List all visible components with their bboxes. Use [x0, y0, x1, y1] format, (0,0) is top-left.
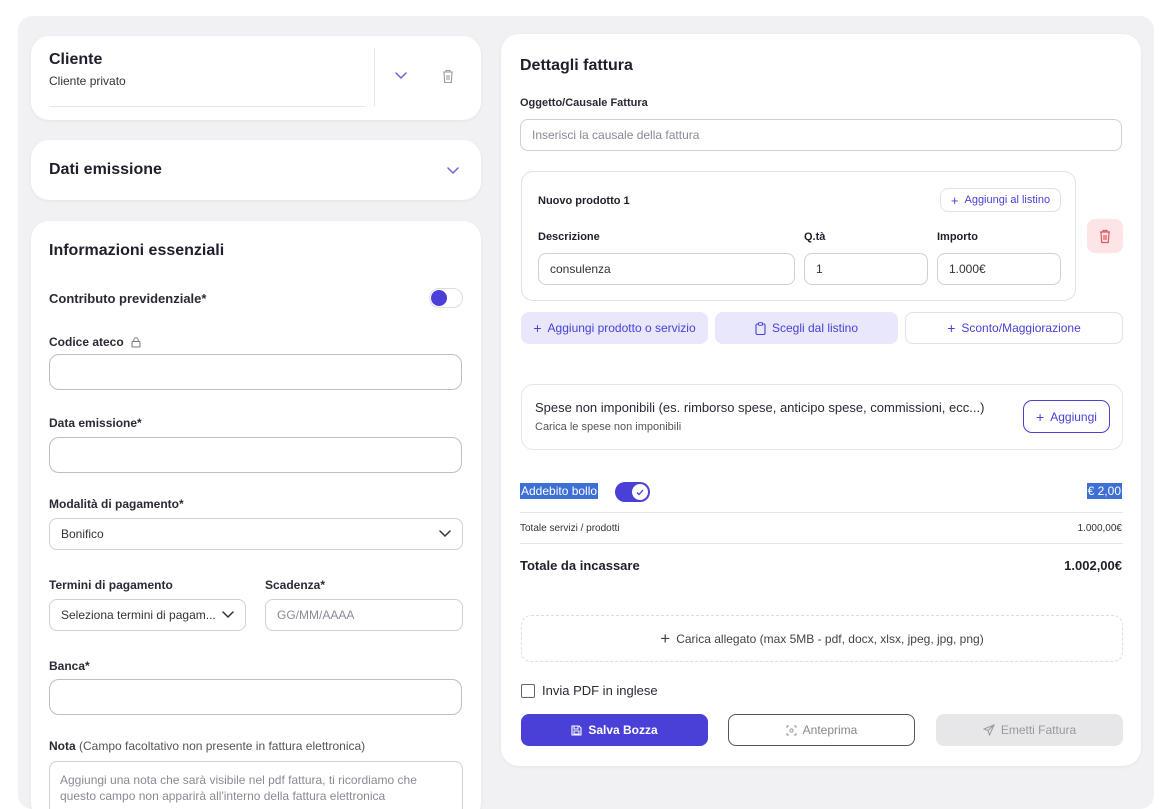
totale-servizi-label: Totale servizi / prodotti: [520, 523, 620, 534]
modalita-value: Bonifico: [61, 527, 104, 541]
importo-label: Importo: [937, 231, 978, 243]
spese-subtitle: Carica le spese non imponibili: [535, 421, 682, 433]
ateco-label: Codice ateco: [49, 335, 124, 349]
spese-title: Spese non imponibili (es. rimborso spese…: [535, 400, 985, 415]
cliente-subtitle: Cliente privato: [49, 74, 126, 88]
plus-icon: +: [950, 192, 959, 208]
totale-divider: [520, 543, 1123, 544]
aggiungi-listino-label: Aggiungi al listino: [964, 194, 1051, 206]
salva-bozza-label: Salva Bozza: [588, 723, 658, 737]
trash-icon[interactable]: [442, 69, 454, 84]
contributo-toggle[interactable]: [429, 288, 463, 308]
informazioni-title: Informazioni essenziali: [49, 242, 225, 259]
cliente-underline: [49, 106, 365, 107]
importo-field[interactable]: 1.000€: [937, 253, 1061, 285]
send-icon: [982, 724, 995, 736]
cliente-separator: [374, 48, 375, 106]
data-emissione-label: Data emissione*: [49, 416, 142, 430]
anteprima-button[interactable]: Anteprima: [728, 714, 915, 746]
emetti-fattura-label: Emetti Fattura: [1000, 723, 1077, 737]
descrizione-label: Descrizione: [538, 231, 600, 243]
qta-label: Q.tà: [804, 231, 826, 243]
spese-aggiungi-label: Aggiungi: [1050, 409, 1097, 424]
aggiungi-listino-button[interactable]: + Aggiungi al listino: [940, 188, 1061, 212]
ateco-label-row: Codice ateco: [49, 335, 142, 349]
check-icon: [636, 489, 644, 495]
chevron-down-icon[interactable]: [447, 167, 459, 175]
nota-label-row: Nota (Campo facoltativo non presente in …: [49, 739, 365, 753]
cliente-title: Cliente: [49, 51, 103, 68]
aggiungi-prodotto-button[interactable]: + Aggiungi prodotto o servizio: [521, 312, 708, 344]
chevron-down-icon: [222, 611, 234, 619]
oggetto-label: Oggetto/Causale Fattura: [520, 97, 648, 109]
aggiungi-prodotto-label: Aggiungi prodotto o servizio: [547, 321, 696, 335]
plus-icon: +: [660, 628, 671, 648]
sconto-button[interactable]: + Sconto/Maggiorazione: [905, 312, 1123, 344]
invia-inglese-row[interactable]: Invia PDF in inglese: [521, 683, 658, 698]
plus-icon: +: [947, 320, 956, 336]
delete-product-button[interactable]: [1087, 219, 1123, 253]
nota-label: Nota: [49, 739, 76, 753]
ateco-field[interactable]: [49, 354, 462, 390]
dettagli-card: Dettagli fattura Oggetto/Causale Fattura…: [501, 34, 1141, 766]
banca-field[interactable]: [49, 679, 462, 715]
totale-value: 1.002,00€: [1064, 558, 1122, 573]
nota-textarea[interactable]: Aggiungi una nota che sarà visibile nel …: [49, 761, 463, 809]
modalita-select[interactable]: Bonifico: [49, 518, 463, 550]
bollo-toggle[interactable]: [615, 482, 650, 502]
termini-label: Termini di pagamento: [49, 578, 173, 592]
plus-icon: +: [1036, 408, 1045, 425]
spese-aggiungi-button[interactable]: + Aggiungi: [1023, 400, 1110, 433]
salva-bozza-button[interactable]: Salva Bozza: [521, 714, 708, 746]
nota-hint: (Campo facoltativo non presente in fattu…: [79, 739, 366, 753]
chevron-down-icon: [439, 530, 451, 538]
contributo-label: Contributo previdenziale*: [49, 291, 207, 306]
scadenza-placeholder: GG/MM/AAAA: [277, 608, 355, 622]
product-title: Nuovo prodotto 1: [538, 195, 630, 207]
descrizione-field[interactable]: consulenza: [538, 253, 795, 285]
dettagli-title: Dettagli fattura: [520, 57, 633, 74]
trash-icon: [1099, 229, 1111, 244]
modalita-label: Modalità di pagamento*: [49, 497, 184, 511]
cliente-card: Cliente Cliente privato: [31, 36, 481, 120]
totale-label: Totale da incassare: [520, 558, 640, 573]
carica-allegato-label: Carica allegato (max 5MB - pdf, docx, xl…: [676, 631, 984, 646]
dati-emissione-card[interactable]: Dati emissione: [31, 140, 481, 200]
product-box: Nuovo prodotto 1 + Aggiungi al listino D…: [521, 171, 1076, 301]
scadenza-field[interactable]: GG/MM/AAAA: [265, 599, 463, 631]
invia-inglese-checkbox[interactable]: [521, 683, 535, 698]
informazioni-card: Informazioni essenziali Contributo previ…: [31, 221, 481, 809]
toggle-knob: [431, 290, 447, 306]
lock-icon: [130, 336, 142, 348]
qta-field[interactable]: 1: [804, 253, 928, 285]
scegli-listino-label: Scegli dal listino: [771, 321, 859, 335]
toggle-knob: [632, 484, 648, 500]
termini-value: Seleziona termini di pagam...: [61, 608, 216, 622]
chevron-down-icon[interactable]: [395, 72, 407, 80]
bollo-divider: [520, 512, 1123, 513]
scadenza-label: Scadenza*: [265, 578, 326, 592]
banca-label: Banca*: [49, 659, 90, 673]
oggetto-placeholder: Inserisci la causale della fattura: [532, 128, 700, 142]
plus-icon: +: [533, 320, 542, 336]
bollo-value: € 2,00: [1086, 483, 1122, 499]
data-emissione-field[interactable]: [49, 437, 462, 473]
totale-servizi-value: 1.000,00€: [1077, 523, 1123, 534]
carica-allegato-button[interactable]: + Carica allegato (max 5MB - pdf, docx, …: [521, 615, 1123, 662]
preview-icon: [786, 725, 797, 736]
sconto-label: Sconto/Maggiorazione: [961, 321, 1081, 335]
bollo-label: Addebito bollo: [520, 483, 599, 499]
spese-box: Spese non imponibili (es. rimborso spese…: [521, 384, 1123, 450]
invia-inglese-label: Invia PDF in inglese: [542, 683, 658, 698]
oggetto-field[interactable]: Inserisci la causale della fattura: [520, 119, 1122, 151]
clipboard-icon: [755, 321, 766, 335]
scegli-listino-button[interactable]: Scegli dal listino: [715, 312, 898, 344]
save-icon: [571, 724, 582, 736]
dati-emissione-title: Dati emissione: [49, 161, 162, 178]
termini-select[interactable]: Seleziona termini di pagam...: [49, 599, 246, 631]
emetti-fattura-button[interactable]: Emetti Fattura: [936, 714, 1123, 746]
anteprima-label: Anteprima: [802, 723, 858, 737]
